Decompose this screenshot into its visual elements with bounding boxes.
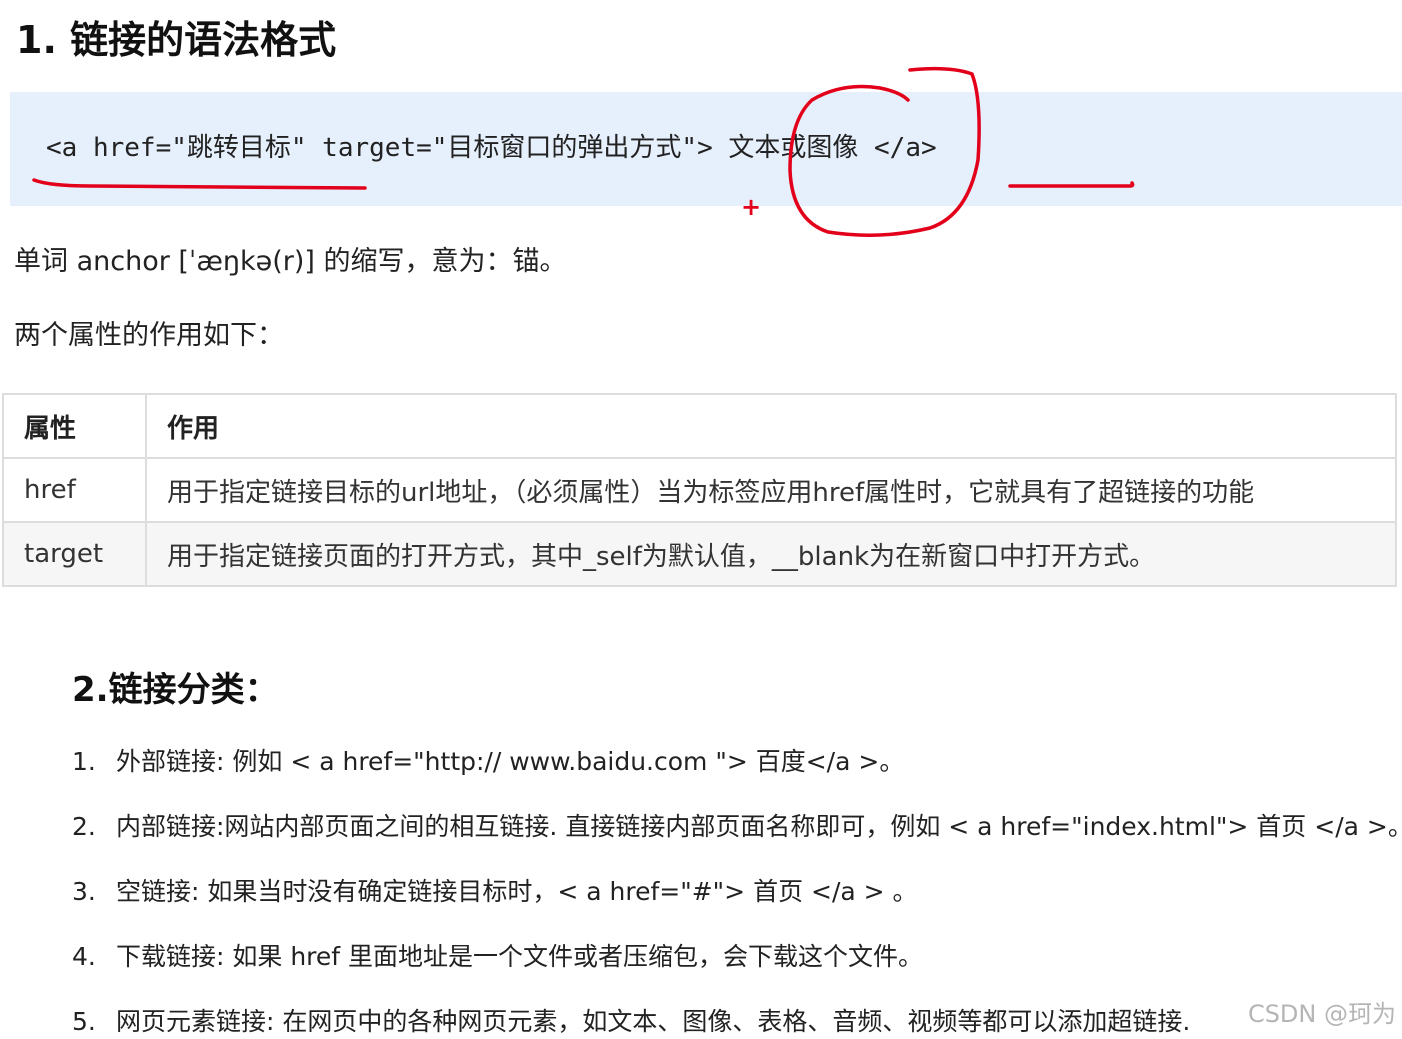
table-header-row: 属性 作用 [2, 393, 1397, 459]
list-item-text: 下载链接: 如果 href 里面地址是一个文件或者压缩包，会下载这个文件。 [116, 942, 924, 971]
syntax-section: 1. 链接的语法格式 <a href="跳转目标" target="目标窗口的弹… [0, 0, 1402, 640]
table-row: target 用于指定链接页面的打开方式，其中_self为默认值，__blank… [2, 521, 1397, 587]
list-item: 5. 网页元素链接: 在网页中的各种网页元素，如文本、图像、表格、音频、视频等都… [72, 1000, 1402, 1039]
attr-name-cell: target [2, 521, 147, 587]
table-header-cell: 作用 [145, 393, 1397, 459]
document-page: 1. 链接的语法格式 <a href="跳转目标" target="目标窗口的弹… [0, 0, 1402, 1039]
list-item-number: 4. [72, 942, 96, 971]
attr-desc-cell: 用于指定链接目标的url地址，（必须属性）当为标签应用href属性时，它就具有了… [145, 457, 1397, 523]
list-item: 3. 空链接: 如果当时没有确定链接目标时，< a href="#"> 首页 <… [72, 870, 1402, 935]
list-item-number: 1. [72, 747, 96, 776]
attributes-intro: 两个属性的作用如下： [14, 320, 284, 351]
list-item: 2. 内部链接:网站内部页面之间的相互链接. 直接链接内部页面名称即可，例如 <… [72, 805, 1402, 870]
section-title-syntax: 1. 链接的语法格式 [16, 18, 337, 62]
list-item-number: 2. [72, 812, 96, 841]
watermark: CSDN @珂为 [1247, 1000, 1396, 1028]
attributes-table: 属性 作用 href 用于指定链接目标的url地址，（必须属性）当为标签应用hr… [2, 393, 1397, 587]
list-item-number: 3. [72, 877, 96, 906]
list-item: 4. 下载链接: 如果 href 里面地址是一个文件或者压缩包，会下载这个文件。 [72, 935, 1402, 1000]
attr-name-cell: href [2, 457, 147, 523]
list-item-number: 5. [72, 1007, 96, 1036]
code-line: <a href="跳转目标" target="目标窗口的弹出方式"> 文本或图像… [46, 133, 937, 163]
section-title-link-types: 2.链接分类： [72, 670, 279, 710]
attr-desc-cell: 用于指定链接页面的打开方式，其中_self为默认值，__blank为在新窗口中打… [145, 521, 1397, 587]
link-types-section: 2.链接分类： 1. 外部链接: 例如 < a href="http:// ww… [0, 648, 1402, 1039]
list-item-text: 空链接: 如果当时没有确定链接目标时，< a href="#"> 首页 </a … [116, 877, 918, 906]
anchor-definition: 单词 anchor [ˈæŋkə(r)] 的缩写，意为：锚。 [14, 246, 567, 277]
list-item-text: 外部链接: 例如 < a href="http:// www.baidu.com… [116, 747, 905, 776]
list-item-text: 网页元素链接: 在网页中的各种网页元素，如文本、图像、表格、音频、视频等都可以添… [116, 1007, 1191, 1036]
list-item-text: 内部链接:网站内部页面之间的相互链接. 直接链接内部页面名称即可，例如 < a … [116, 812, 1402, 841]
table-row: href 用于指定链接目标的url地址，（必须属性）当为标签应用href属性时，… [2, 457, 1397, 523]
link-types-list: 1. 外部链接: 例如 < a href="http:// www.baidu.… [72, 740, 1402, 1039]
list-item: 1. 外部链接: 例如 < a href="http:// www.baidu.… [72, 740, 1402, 805]
table-header-cell: 属性 [2, 393, 147, 459]
